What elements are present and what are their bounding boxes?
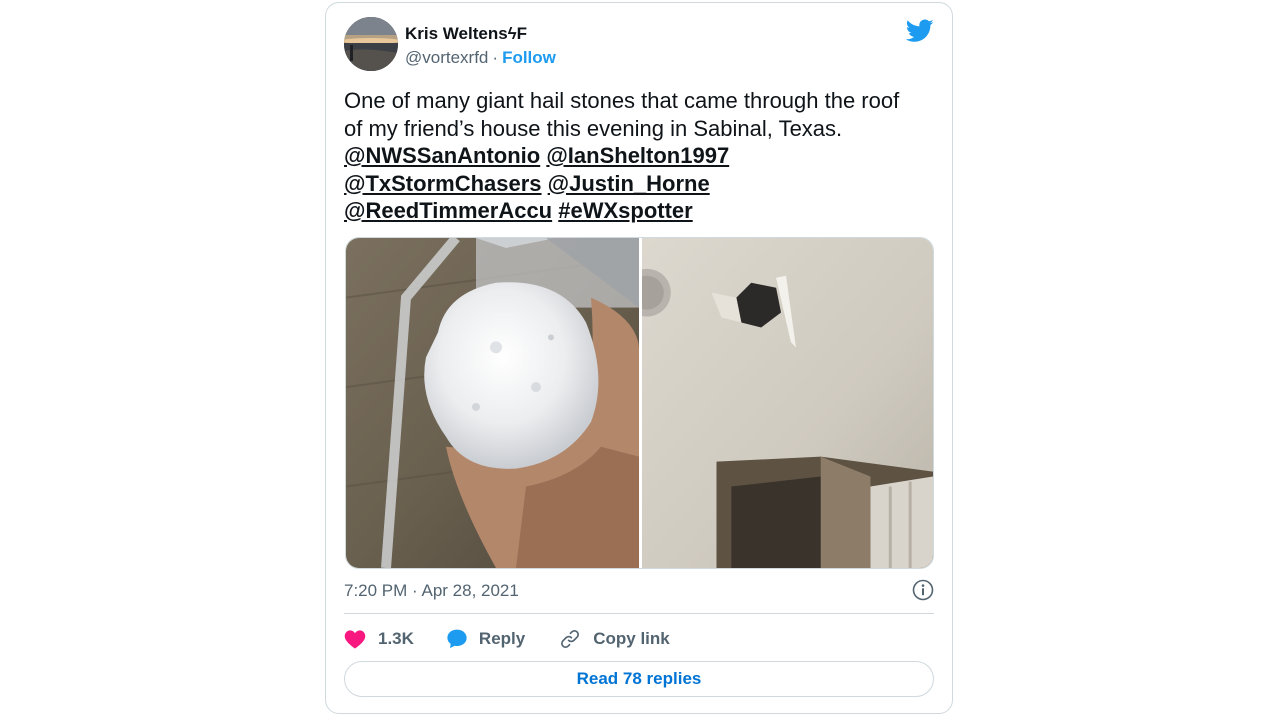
tweet-card: Kris WeltensϟF @vortexrfd · Follow One of … bbox=[325, 2, 953, 714]
mention-link[interactable]: @TxStormChasers bbox=[344, 171, 542, 196]
action-bar: 1.3K Reply Copy link bbox=[344, 625, 670, 653]
author-name[interactable]: Kris WeltensϟF bbox=[405, 24, 527, 44]
mention-link[interactable]: @ReedTimmerAccu bbox=[344, 198, 552, 223]
reply-button[interactable]: Reply bbox=[446, 628, 559, 650]
follow-button[interactable]: Follow bbox=[502, 48, 556, 67]
like-count: 1.3K bbox=[378, 629, 414, 648]
speech-bubble-icon bbox=[446, 628, 468, 650]
separator-dot: · bbox=[492, 48, 499, 67]
hashtag-link[interactable]: #eWXspotter bbox=[558, 198, 692, 223]
twitter-bird-icon[interactable] bbox=[905, 19, 934, 43]
media-grid bbox=[345, 237, 934, 569]
mentions-line: @ReedTimmerAccu #eWXspotter bbox=[344, 197, 934, 225]
avatar[interactable] bbox=[344, 17, 398, 71]
tweet-text-line: One of many giant hail stones that came … bbox=[344, 88, 900, 113]
ceiling-damage-photo[interactable] bbox=[642, 238, 933, 568]
reply-label: Reply bbox=[478, 629, 526, 648]
mentions-line: @TxStormChasers @Justin_Horne bbox=[344, 170, 934, 198]
like-button[interactable]: 1.3K bbox=[344, 629, 446, 649]
copy-link-label: Copy link bbox=[593, 629, 670, 648]
mention-link[interactable]: @Justin_Horne bbox=[548, 171, 710, 196]
mention-link[interactable]: @NWSSanAntonio bbox=[344, 143, 540, 168]
heart-icon bbox=[344, 629, 366, 649]
hailstone-photo[interactable] bbox=[346, 238, 639, 568]
mentions-line: @NWSSanAntonio @IanShelton1997 bbox=[344, 142, 934, 170]
divider bbox=[344, 613, 934, 614]
link-icon bbox=[559, 628, 581, 650]
mention-link[interactable]: @IanShelton1997 bbox=[546, 143, 729, 168]
author-handle-row: @vortexrfd · Follow bbox=[405, 48, 556, 68]
tweet-timestamp[interactable]: 7:20 PM · Apr 28, 2021 bbox=[344, 581, 519, 601]
tweet-text-line: of my friend’s house this evening in Sab… bbox=[344, 115, 843, 141]
copy-link-button[interactable]: Copy link bbox=[559, 628, 670, 650]
info-icon[interactable] bbox=[912, 579, 934, 601]
tweet-text: One of many giant hail stones that came … bbox=[344, 87, 934, 225]
author-handle[interactable]: @vortexrfd bbox=[405, 48, 488, 67]
read-replies-button[interactable]: Read 78 replies bbox=[344, 661, 934, 697]
